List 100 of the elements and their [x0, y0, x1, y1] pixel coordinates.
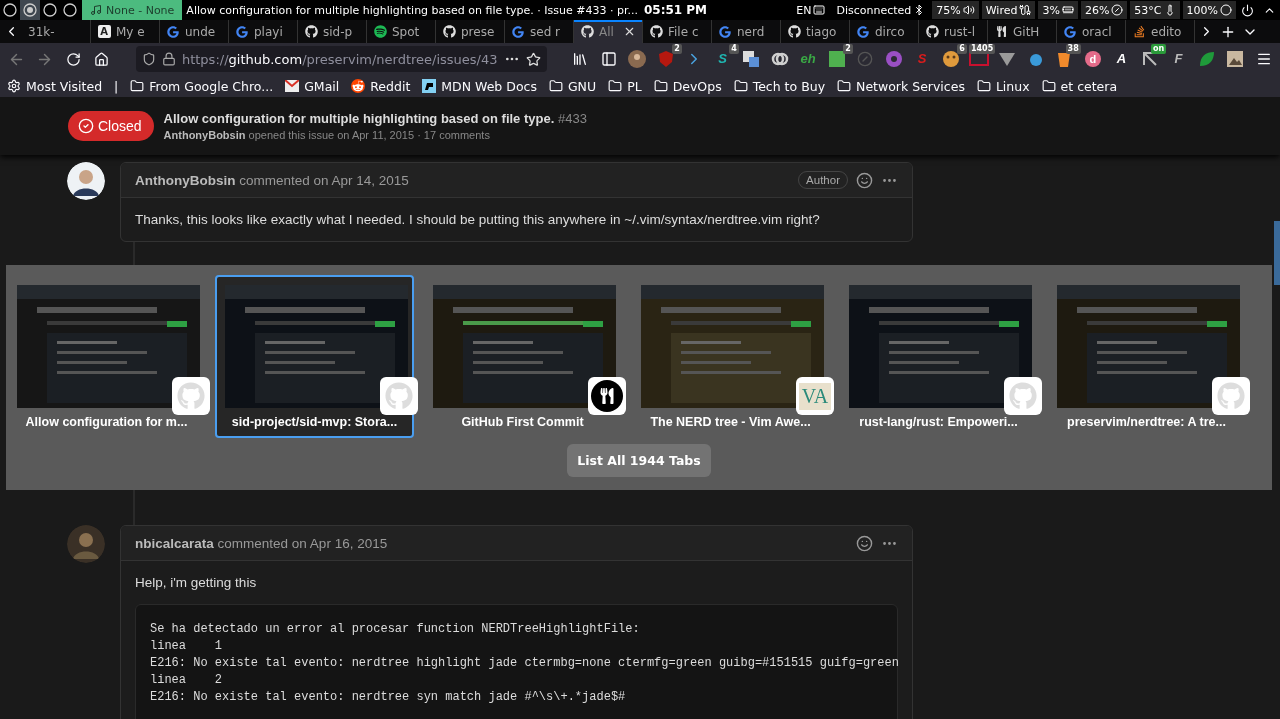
battery-icon — [1220, 4, 1232, 16]
workspace-indicator[interactable] — [60, 0, 80, 20]
menu-icon[interactable] — [1255, 51, 1272, 67]
count-badge: 1405 — [969, 44, 996, 54]
folder-icon — [130, 79, 145, 93]
g-logo-icon — [719, 25, 731, 38]
media-widget[interactable]: None - None — [82, 0, 183, 20]
folder-icon — [1041, 79, 1056, 93]
count-badge: 2 — [672, 44, 682, 54]
cat-logo-icon — [925, 25, 939, 38]
cat-logo-icon — [787, 25, 801, 38]
extension-icon[interactable] — [828, 51, 845, 67]
extension-icon[interactable] — [998, 51, 1017, 67]
extension-icon[interactable] — [941, 50, 960, 68]
site-logo: VA — [798, 382, 832, 410]
sound-waves-icon — [373, 25, 387, 38]
extension-icon[interactable] — [628, 50, 647, 68]
tab-preview[interactable]: Allow configuration for m... — [7, 275, 206, 438]
bookmark-item[interactable]: From Google Chro... — [130, 78, 274, 94]
close-icon[interactable] — [623, 25, 636, 38]
emoji-icon[interactable] — [856, 534, 873, 552]
tab-preview-title: Allow configuration for m... — [25, 414, 188, 430]
shield-icon[interactable] — [141, 52, 156, 66]
extension-icon[interactable] — [1227, 51, 1244, 67]
status-indicator[interactable]: 75% — [932, 1, 979, 19]
extension-icon[interactable] — [742, 50, 761, 68]
status-indicator[interactable]: 3% — [1038, 1, 1078, 19]
status-indicator[interactable]: EN — [792, 1, 830, 19]
workspace-indicator[interactable] — [20, 0, 40, 20]
workspace-indicator[interactable] — [0, 0, 20, 20]
envelope-icon — [285, 80, 300, 92]
tab-preview[interactable]: rust-lang/rust: Empoweri... — [839, 275, 1038, 438]
count-badge: 2 — [843, 44, 853, 54]
cat-logo-icon — [304, 25, 318, 38]
extension-icon[interactable] — [770, 50, 789, 68]
bookmark-item[interactable]: GNU — [548, 78, 597, 94]
extension-icon[interactable]: F — [1174, 50, 1183, 68]
status-indicator[interactable]: Disconnected — [832, 1, 930, 19]
list-all-tabs-button[interactable]: List All 1944 Tabs — [567, 444, 711, 477]
g-logo-icon — [167, 25, 179, 38]
extension-icon[interactable] — [1027, 51, 1044, 67]
keyboard-icon — [813, 4, 826, 16]
status-indicator[interactable]: 53°C — [1130, 1, 1180, 19]
extension-icon[interactable]: eh — [800, 50, 816, 68]
separator: | — [114, 78, 119, 94]
network-icon — [1019, 4, 1032, 16]
tab-preview[interactable]: GitHub First Commit — [423, 275, 622, 438]
status-indicator[interactable]: 26% — [1080, 1, 1128, 19]
issue-title: Allow configuration for multiple highlighting based on file type. #433 — [163, 111, 587, 126]
comment-text: Thanks, this looks like exactly what I needed. I should be putting this anywhere in ~/.vim/syntax/nerdtree.vim right? — [135, 212, 821, 227]
count-badge: on — [1150, 44, 1167, 54]
count-badge: 4 — [729, 44, 739, 54]
bookmark-item[interactable]: DevOps — [653, 78, 722, 94]
emoji-icon[interactable] — [856, 171, 873, 189]
folder-icon — [837, 79, 852, 93]
bookmark-item[interactable]: PL — [608, 78, 642, 94]
folder-icon — [608, 79, 623, 93]
bookmark-star-icon[interactable] — [525, 51, 541, 67]
power-icon[interactable] — [1240, 3, 1254, 17]
bookmark-item[interactable]: Network Services — [837, 78, 965, 94]
bookmark-item[interactable]: Linux — [976, 78, 1030, 94]
tab-preview-title: GitHub First Commit — [461, 414, 584, 430]
letter-icon: A — [97, 25, 111, 38]
folder-icon — [653, 79, 668, 93]
window-title: Allow configuration for multiple highlighting based on file type. · Issue #433 · pr... — [186, 3, 638, 17]
lock-icon[interactable] — [161, 52, 176, 66]
extension-icon[interactable] — [1140, 50, 1159, 68]
volume-icon — [962, 4, 975, 16]
library-icon[interactable] — [572, 51, 589, 67]
url-text: https://github.com/preservim/nerdtree/issues/43 — [181, 51, 498, 67]
fork-icon — [995, 26, 1007, 37]
disk-icon — [1111, 4, 1124, 16]
folder-icon — [733, 79, 748, 93]
bookmark-item[interactable]: et cetera — [1041, 78, 1118, 94]
cat-logo-icon — [442, 25, 456, 38]
bookmark-item[interactable]: Most Visited — [7, 78, 103, 94]
alien-icon — [351, 79, 366, 93]
reload-icon[interactable] — [65, 51, 81, 67]
extension-icon[interactable]: S — [718, 50, 727, 68]
home-icon[interactable] — [94, 51, 110, 67]
status-indicator[interactable]: Wired — [981, 1, 1036, 19]
bookmark-item[interactable]: Tech to Buy — [733, 78, 826, 94]
workspace-indicator[interactable] — [40, 0, 60, 20]
scrollbar-thumb[interactable] — [1274, 221, 1280, 285]
bookmark-item[interactable]: GMail — [285, 78, 340, 94]
tab-preview-title: The NERD tree - Vim Awe... — [650, 414, 811, 430]
sidebar-icon[interactable] — [600, 51, 617, 67]
count-badge: 6 — [957, 44, 967, 54]
g-logo-icon — [1064, 25, 1076, 38]
bookmark-item[interactable]: Reddit — [351, 78, 411, 94]
tab-preview[interactable]: VA The NERD tree - Vim Awe... — [631, 275, 830, 438]
bookmark-item[interactable]: MDN Web Docs — [422, 78, 537, 94]
avatar — [67, 525, 105, 563]
music-note-icon — [90, 4, 102, 16]
tab-preview[interactable]: preservim/nerdtree: A tre... — [1047, 275, 1246, 438]
status-indicator[interactable]: 100% — [1182, 1, 1236, 19]
address-bar[interactable]: https://github.com/preservim/nerdtree/issues/43 — [135, 46, 547, 72]
extension-icon[interactable] — [1056, 50, 1073, 68]
browser-tab[interactable]: All — [574, 20, 643, 43]
extension-icon[interactable]: A — [1116, 50, 1127, 68]
